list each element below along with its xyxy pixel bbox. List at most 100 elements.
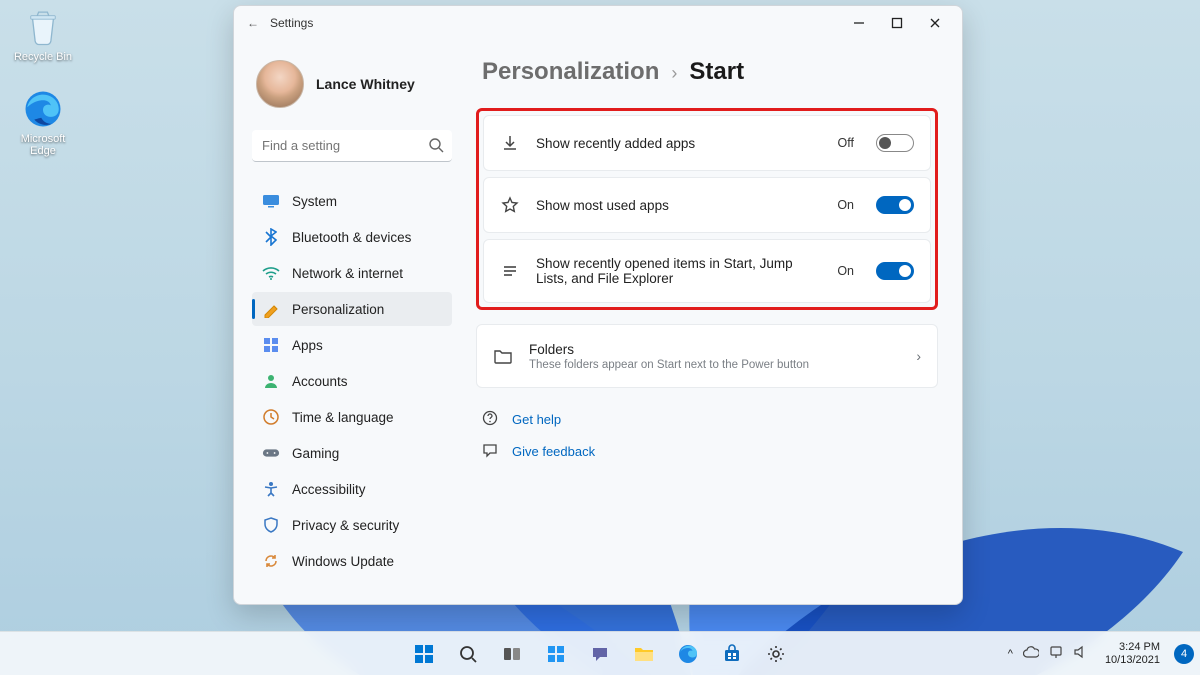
clock-time: 3:24 PM bbox=[1105, 641, 1160, 654]
folder-icon bbox=[493, 346, 513, 366]
file-explorer-button[interactable] bbox=[625, 636, 663, 672]
setting-row-list[interactable]: Show recently opened items in Start, Jum… bbox=[483, 239, 931, 303]
desktop-icon-label: Recycle Bin bbox=[14, 51, 72, 63]
accounts-icon bbox=[262, 372, 280, 390]
sidebar-item-label: Network & internet bbox=[292, 266, 403, 281]
toggle-state: On bbox=[837, 264, 854, 278]
search-input[interactable] bbox=[252, 130, 452, 162]
link-label: Get help bbox=[512, 412, 561, 427]
setting-label: Show most used apps bbox=[536, 198, 821, 213]
toggle-state: On bbox=[837, 198, 854, 212]
highlighted-settings-group: Show recently added apps Off Show most use… bbox=[476, 108, 938, 310]
store-button[interactable] bbox=[713, 636, 751, 672]
network-icon[interactable] bbox=[1049, 645, 1063, 662]
sidebar-item-label: Apps bbox=[292, 338, 323, 353]
link-label: Give feedback bbox=[512, 444, 595, 459]
sidebar: Lance Whitney System Bluetooth & devices N… bbox=[234, 40, 466, 604]
sidebar-item-label: System bbox=[292, 194, 337, 209]
sidebar-item-system[interactable]: System bbox=[252, 184, 452, 218]
apps-icon bbox=[262, 336, 280, 354]
help-icon bbox=[482, 410, 500, 428]
start-button[interactable] bbox=[405, 636, 443, 672]
sidebar-item-gaming[interactable]: Gaming bbox=[252, 436, 452, 470]
desktop-icon-edge[interactable]: Microsoft Edge bbox=[8, 88, 78, 157]
download-icon bbox=[500, 133, 520, 153]
breadcrumb: Personalization › Start bbox=[476, 58, 938, 86]
search-box[interactable] bbox=[252, 130, 452, 162]
profile[interactable]: Lance Whitney bbox=[252, 50, 452, 122]
accessibility-icon bbox=[262, 480, 280, 498]
sidebar-item-label: Accounts bbox=[292, 374, 348, 389]
settings-button[interactable] bbox=[757, 636, 795, 672]
minimize-button[interactable] bbox=[840, 9, 878, 37]
close-button[interactable] bbox=[916, 9, 954, 37]
system-icon bbox=[262, 192, 280, 210]
setting-label: Show recently opened items in Start, Jum… bbox=[536, 256, 821, 286]
feedback-icon bbox=[482, 442, 500, 460]
sidebar-item-accounts[interactable]: Accounts bbox=[252, 364, 452, 398]
edge-button[interactable] bbox=[669, 636, 707, 672]
sidebar-item-time[interactable]: Time & language bbox=[252, 400, 452, 434]
sidebar-item-label: Privacy & security bbox=[292, 518, 399, 533]
sidebar-item-label: Windows Update bbox=[292, 554, 394, 569]
sidebar-item-label: Bluetooth & devices bbox=[292, 230, 411, 245]
avatar bbox=[256, 60, 304, 108]
toggle-switch[interactable] bbox=[876, 196, 914, 214]
sidebar-item-label: Accessibility bbox=[292, 482, 366, 497]
time-icon bbox=[262, 408, 280, 426]
breadcrumb-parent[interactable]: Personalization bbox=[482, 58, 659, 86]
edge-icon bbox=[22, 88, 64, 130]
nav-list: System Bluetooth & devices Network & inter… bbox=[252, 184, 452, 578]
gaming-icon bbox=[262, 444, 280, 462]
desktop-icon-recycle-bin[interactable]: Recycle Bin bbox=[8, 6, 78, 63]
system-tray[interactable]: ^ bbox=[1000, 645, 1095, 662]
sidebar-item-privacy[interactable]: Privacy & security bbox=[252, 508, 452, 542]
maximize-button[interactable] bbox=[878, 9, 916, 37]
breadcrumb-current: Start bbox=[689, 58, 744, 86]
sidebar-item-update[interactable]: Windows Update bbox=[252, 544, 452, 578]
search-button[interactable] bbox=[449, 636, 487, 672]
notifications-badge[interactable]: 4 bbox=[1174, 644, 1194, 664]
search-icon bbox=[428, 137, 444, 158]
setting-row-download[interactable]: Show recently added apps Off bbox=[483, 115, 931, 171]
folders-subtitle: These folders appear on Start next to th… bbox=[529, 359, 900, 371]
folders-row[interactable]: Folders These folders appear on Start ne… bbox=[476, 324, 938, 388]
sidebar-item-personalization[interactable]: Personalization bbox=[252, 292, 452, 326]
bluetooth-icon bbox=[262, 228, 280, 246]
sidebar-item-apps[interactable]: Apps bbox=[252, 328, 452, 362]
setting-label: Show recently added apps bbox=[536, 136, 822, 151]
star-icon bbox=[500, 195, 520, 215]
toggle-state: Off bbox=[838, 136, 854, 150]
widgets-button[interactable] bbox=[537, 636, 575, 672]
back-button[interactable]: ← bbox=[242, 16, 264, 30]
get-help-link[interactable]: Get help bbox=[482, 410, 938, 428]
chevron-right-icon: › bbox=[916, 348, 921, 364]
sidebar-item-label: Gaming bbox=[292, 446, 339, 461]
clock-date: 10/13/2021 bbox=[1105, 654, 1160, 667]
window-title: Settings bbox=[270, 16, 313, 30]
setting-row-star[interactable]: Show most used apps On bbox=[483, 177, 931, 233]
give-feedback-link[interactable]: Give feedback bbox=[482, 442, 938, 460]
volume-icon[interactable] bbox=[1073, 645, 1087, 662]
toggle-switch[interactable] bbox=[876, 262, 914, 280]
sidebar-item-network[interactable]: Network & internet bbox=[252, 256, 452, 290]
sidebar-item-label: Time & language bbox=[292, 410, 394, 425]
personalization-icon bbox=[262, 300, 280, 318]
taskbar: ^ 3:24 PM 10/13/2021 4 bbox=[0, 631, 1200, 675]
main-pane: Personalization › Start Show recently ad… bbox=[466, 40, 962, 604]
sidebar-item-bluetooth[interactable]: Bluetooth & devices bbox=[252, 220, 452, 254]
taskbar-right: ^ 3:24 PM 10/13/2021 4 bbox=[1000, 641, 1194, 666]
update-icon bbox=[262, 552, 280, 570]
folders-title: Folders bbox=[529, 342, 574, 357]
settings-window: ← Settings Lance Whitney System Bluetooth… bbox=[233, 5, 963, 605]
recycle-bin-icon bbox=[22, 6, 64, 48]
toggle-switch[interactable] bbox=[876, 134, 914, 152]
chevron-up-icon[interactable]: ^ bbox=[1008, 648, 1013, 660]
task-view-button[interactable] bbox=[493, 636, 531, 672]
chat-button[interactable] bbox=[581, 636, 619, 672]
network-icon bbox=[262, 264, 280, 282]
sidebar-item-accessibility[interactable]: Accessibility bbox=[252, 472, 452, 506]
titlebar: ← Settings bbox=[234, 6, 962, 40]
onedrive-icon[interactable] bbox=[1023, 646, 1039, 661]
clock[interactable]: 3:24 PM 10/13/2021 bbox=[1099, 641, 1166, 666]
